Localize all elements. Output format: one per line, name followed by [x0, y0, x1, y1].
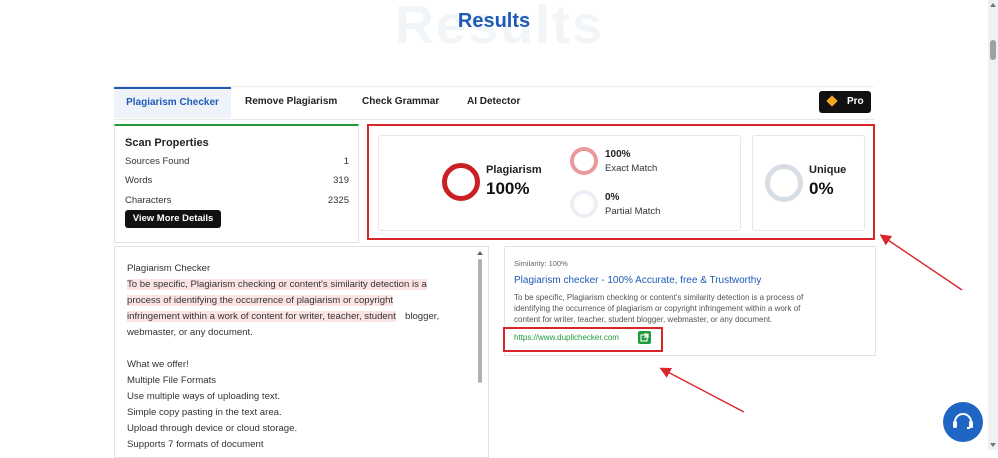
text-scroll-thumb[interactable] [478, 259, 482, 383]
text-line: Plagiarism Checker [127, 263, 211, 274]
text-scroll-up-icon[interactable] [477, 251, 483, 255]
text-line: Use multiple ways of uploading text. [127, 391, 281, 402]
chat-button[interactable] [943, 402, 983, 442]
text-line: blogger, [405, 311, 440, 322]
text-line: Upload through device or cloud storage. [127, 423, 298, 434]
source-url-link[interactable]: https://www.duplichecker.com [514, 333, 619, 342]
source-snippet-line: To be specific, Plagiarism checking or c… [514, 293, 804, 302]
source-title-link[interactable]: Plagiarism checker - 100% Accurate, free… [514, 275, 761, 286]
external-link-icon[interactable] [638, 331, 651, 344]
source-snippet-line: content for writer, teacher, student blo… [514, 315, 773, 324]
arrow-to-results [879, 234, 963, 291]
checked-text-panel[interactable]: Plagiarism Checker To be specific, Plagi… [114, 246, 489, 458]
highlighted-text-line: To be specific, Plagiarism checking or c… [127, 279, 427, 290]
text-line: What we offer! [127, 359, 189, 370]
text-line: webmaster, or any document. [127, 327, 253, 338]
text-line: Supports 7 formats of document [127, 439, 264, 450]
text-line: Simple copy pasting in the text area. [127, 407, 282, 418]
text-panel-scrollbar[interactable] [476, 251, 484, 451]
highlighted-text-line: infringement within a work of content fo… [127, 311, 396, 322]
chat-icon [953, 413, 973, 429]
similarity-label: Similarity: 100% [514, 259, 568, 268]
highlighted-text-line: process of identifying the occurrence of… [127, 295, 394, 306]
text-line: Multiple File Formats [127, 375, 217, 386]
source-snippet-line: identifying the occurrence of plagiarism… [514, 304, 801, 313]
arrow-to-url [659, 367, 745, 413]
